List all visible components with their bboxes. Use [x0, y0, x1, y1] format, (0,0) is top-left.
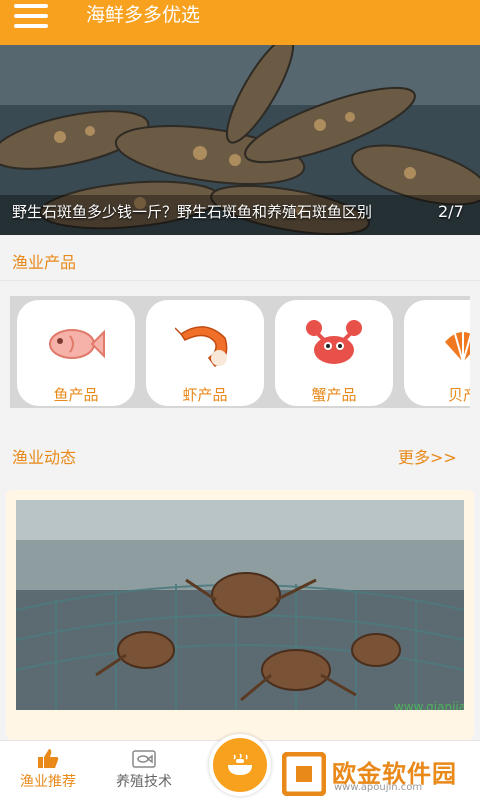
logo-icon [282, 752, 326, 796]
tab-label: 养殖技术 [116, 774, 172, 790]
shrimp-icon [175, 326, 228, 367]
tab-fishery-recommend[interactable]: 渔业推荐 [0, 741, 96, 800]
center-action-button[interactable] [209, 734, 271, 796]
thumbs-up-icon [38, 749, 59, 768]
category-label: 蟹产品 [311, 386, 357, 404]
app-bar: 海鲜多多优选 [0, 0, 480, 45]
banner-caption: 野生石斑鱼多少钱一斤？野生石斑鱼和养殖石斑鱼区别 [12, 203, 373, 221]
fish-tank-icon [132, 750, 156, 768]
category-shrimp[interactable]: 虾产品 [146, 300, 264, 406]
category-label: 鱼产品 [53, 386, 99, 404]
shell-icon [445, 330, 470, 363]
tab-label: 渔业推荐 [20, 774, 76, 790]
products-section-title: 渔业产品 [12, 253, 77, 272]
category-crab[interactable]: 蟹产品 [275, 300, 393, 406]
fish-icon [49, 329, 105, 359]
banner-page-indicator: 2/7 [438, 202, 464, 221]
more-news-link[interactable]: 更多>> [398, 444, 457, 468]
tab-breeding-tech[interactable]: 养殖技术 [96, 741, 192, 800]
news-section-title: 渔业动态 [12, 448, 77, 467]
site-watermark-logo: 欧金软件园 www.apoujin.com [282, 752, 476, 796]
image-watermark: www.qianjia.com [394, 700, 464, 710]
menu-icon[interactable] [14, 4, 50, 28]
product-category-list[interactable]: 鱼产品 虾产品 蟹产品 贝产 [10, 296, 470, 408]
logo-url: www.apoujin.com [334, 782, 423, 793]
cooking-pot-icon [228, 753, 252, 775]
category-fish[interactable]: 鱼产品 [17, 300, 135, 406]
app-title: 海鲜多多优选 [86, 4, 201, 26]
news-image: www.qianjia.com [16, 500, 464, 710]
category-label: 虾产品 [182, 386, 228, 404]
divider [0, 280, 480, 281]
news-card[interactable]: www.qianjia.com [6, 490, 474, 740]
crab-icon [306, 320, 362, 364]
category-shell[interactable]: 贝产 [404, 300, 470, 406]
category-label: 贝产 [447, 386, 470, 404]
